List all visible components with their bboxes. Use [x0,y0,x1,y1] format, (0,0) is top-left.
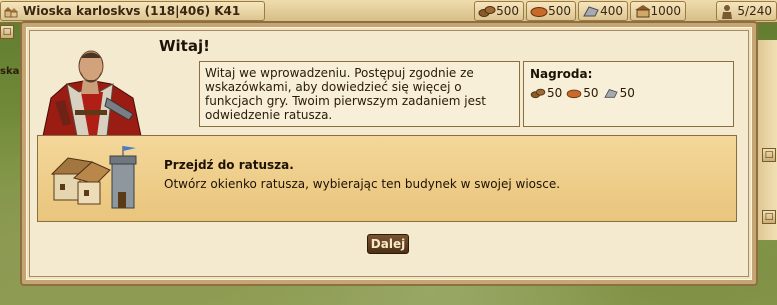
village-selector[interactable]: Wioska karloskvs (118|406) K41 [0,1,265,21]
clay-amount: 500 [548,4,571,18]
clay-icon [530,7,548,17]
reward-wood-amount: 50 [547,86,563,100]
village-icon [4,7,18,18]
town-hall-icon [50,146,137,209]
next-button[interactable]: Dalej [367,234,409,254]
task-box: Przejdź do ratusza. Otwórz okienko ratus… [37,135,737,222]
dialog-title: Witaj! [159,37,210,55]
storage-icon [635,5,651,18]
intro-text: Witaj we wprowadzeniu. Postępuj zgodnie … [205,66,486,122]
left-edge-button[interactable]: □ [0,25,14,39]
resource-population[interactable]: 5/240 [716,1,777,21]
wood-amount: 500 [496,4,519,18]
resource-clay[interactable]: 500 [526,1,576,21]
reward-items: 50 50 50 [530,86,727,100]
clay-icon [566,89,582,99]
background-label-fragment: ska [0,66,20,77]
iron-icon [603,89,618,98]
village-name: Wioska karloskvs (118|406) K41 [23,4,241,18]
top-bar: Wioska karloskvs (118|406) K41 500 500 4… [0,0,777,23]
storage-amount: 1000 [650,4,681,18]
resource-storage[interactable]: 1000 [630,1,686,21]
reward-clay: 50 [566,86,599,100]
task-description: Otwórz okienko ratusza, wybierając ten b… [164,177,561,191]
reward-iron-amount: 50 [619,86,635,100]
intro-text-box: Witaj we wprowadzeniu. Postępuj zgodnie … [199,61,520,127]
iron-amount: 400 [600,4,623,18]
reward-wood: 50 [530,86,562,100]
reward-label: Nagroda: [530,67,593,81]
population-icon [722,5,732,19]
right-panel-toggle-1[interactable]: □ [762,148,776,162]
reward-box: Nagroda: 50 50 50 [523,61,734,127]
wood-icon [478,6,496,17]
right-panel-toggle-2[interactable]: □ [762,210,776,224]
wood-icon [530,88,546,99]
resource-iron[interactable]: 400 [578,1,628,21]
iron-icon [583,6,599,17]
reward-clay-amount: 50 [583,86,599,100]
resource-wood[interactable]: 500 [474,1,524,21]
reward-iron: 50 [603,86,635,100]
advisor-portrait [42,50,142,136]
population-amount: 5/240 [737,4,772,18]
task-title: Przejdź do ratusza. [164,158,294,172]
